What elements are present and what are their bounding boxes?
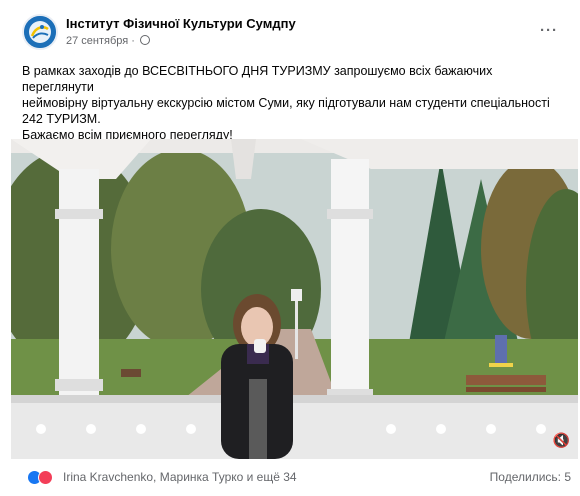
post-text: В рамках заходів до ВСЕСВІТНЬОГО ДНЯ ТУР…	[22, 63, 562, 143]
video-frame	[11, 139, 578, 459]
facebook-post: Інститут Фізичної Культури Сумдпу 27 сен…	[0, 0, 580, 496]
post-date[interactable]: 27 сентября	[66, 35, 128, 47]
institute-logo-icon	[24, 16, 56, 48]
love-icon	[38, 470, 53, 485]
more-options-icon[interactable]: ···	[540, 22, 558, 39]
post-text-line: В рамках заходів до ВСЕСВІТНЬОГО ДНЯ ТУР…	[22, 64, 493, 94]
post-text-line: 242 ТУРИЗМ.	[22, 112, 101, 126]
muted-speaker-icon[interactable]: 🔇	[553, 432, 570, 449]
meta-separator: ·	[131, 35, 135, 47]
page-avatar[interactable]	[22, 14, 58, 50]
post-text-line: неймовірну віртуальну екскурсію містом С…	[22, 96, 550, 110]
page-name-link[interactable]: Інститут Фізичної Культури Сумдпу	[66, 16, 296, 31]
video-player[interactable]: 🔇	[11, 139, 578, 459]
post-meta: 27 сентября ·	[66, 35, 151, 47]
post-footer: Irina Kravchenko, Маринка Турко и ещё 34…	[11, 466, 571, 490]
shares-count[interactable]: Поделились: 5	[490, 470, 571, 484]
reaction-icons[interactable]	[27, 470, 57, 486]
post-header: Інститут Фізичної Культури Сумдпу 27 сен…	[22, 14, 562, 54]
globe-icon	[140, 35, 151, 45]
reactors-link[interactable]: Irina Kravchenko, Маринка Турко и ещё 34	[63, 470, 297, 484]
